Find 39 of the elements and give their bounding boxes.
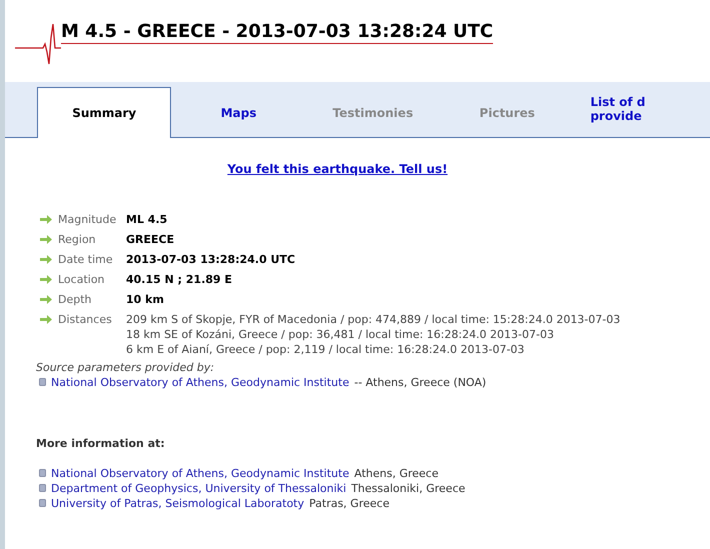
- arrow-icon: [40, 275, 52, 284]
- detail-value: 40.15 N ; 21.89 E: [126, 272, 232, 287]
- feedback-link[interactable]: You felt this earthquake. Tell us!: [227, 160, 448, 178]
- arrow-icon: [40, 295, 52, 304]
- detail-value: 10 km: [126, 292, 164, 307]
- bullet-icon: [39, 469, 46, 477]
- more-info-heading: More information at:: [36, 436, 166, 451]
- bullet-icon: [39, 499, 46, 507]
- detail-label: Magnitude: [58, 212, 118, 227]
- tab[interactable]: Maps: [171, 87, 306, 138]
- detail-label: Date time: [58, 252, 114, 267]
- detail-label: Depth: [58, 292, 93, 307]
- info-link[interactable]: Department of Geophysics, University of Thessaloniki: [51, 481, 346, 496]
- tab[interactable]: List of d provide: [574, 87, 710, 138]
- detail-value: 6 km E of Aianí, Greece / pop: 2,119 / local time: 16:28:24.0 2013-07-03: [126, 342, 526, 357]
- info-location: Athens, Greece: [354, 466, 438, 481]
- detail-value: 209 km S of Skopje, FYR of Macedonia / pop: 474,889 / local time: 15:28:24.0 2013-07-03: [126, 312, 620, 327]
- info-link[interactable]: University of Patras, Seismological Laboratoty: [51, 496, 304, 511]
- detail-value: GREECE: [126, 232, 174, 247]
- detail-value: ML 4.5: [126, 212, 168, 227]
- detail-label: Region: [58, 232, 97, 247]
- tab[interactable]: Summary: [37, 87, 172, 138]
- detail-value: 18 km SE of Kozáni, Greece / pop: 36,481 / local time: 16:28:24.0 2013-07-03: [126, 327, 555, 342]
- info-link[interactable]: National Observatory of Athens, Geodynamic Institute: [51, 466, 350, 481]
- arrow-icon: [40, 215, 52, 224]
- detail-value: 2013-07-03 13:28:24.0 UTC: [126, 252, 296, 267]
- detail-label: Distances: [58, 312, 113, 327]
- arrow-icon: [40, 255, 52, 264]
- page-title: M 4.5 - GREECE - 2013-07-03 13:28:24 UTC: [61, 21, 494, 44]
- info-location: Patras, Greece: [309, 496, 390, 511]
- bullet-icon: [39, 378, 46, 386]
- source-heading: Source parameters provided by:: [36, 360, 216, 375]
- arrow-icon: [40, 315, 52, 324]
- source-location: -- Athens, Greece (NOA): [354, 375, 486, 390]
- bullet-icon: [39, 484, 46, 492]
- info-location: Thessaloniki, Greece: [351, 481, 466, 496]
- arrow-icon: [40, 235, 52, 244]
- detail-label: Location: [58, 272, 106, 287]
- source-link[interactable]: National Observatory of Athens, Geodynamic Institute: [51, 375, 350, 390]
